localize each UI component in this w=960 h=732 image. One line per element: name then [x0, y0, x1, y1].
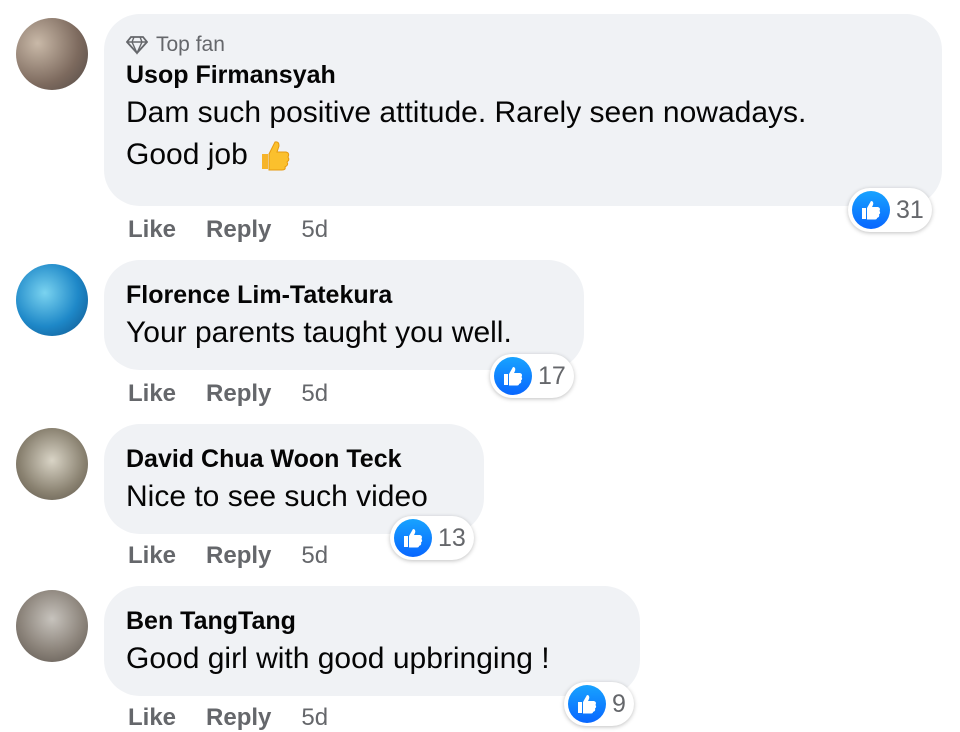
comment-actions: Like Reply 5d	[128, 216, 328, 244]
comment-line: Dam such positive attitude. Rarely seen …	[126, 96, 807, 129]
like-button[interactable]: Like	[128, 216, 176, 244]
like-button[interactable]: Like	[128, 704, 176, 732]
comment-text: Nice to see such video	[126, 480, 428, 513]
like-button[interactable]: Like	[128, 542, 176, 570]
diamond-icon	[126, 36, 148, 55]
comment-actions: Like Reply 5d	[128, 380, 328, 408]
timestamp[interactable]: 5d	[301, 704, 328, 732]
comment-text: Good girl with good upbringing !	[126, 642, 550, 675]
comment-text: Dam such positive attitude. Rarely seen …	[126, 92, 920, 176]
comment-text: Your parents taught you well.	[126, 316, 512, 349]
reaction-count-value: 17	[538, 361, 566, 390]
commenter-name[interactable]: Florence Lim-Tatekura	[126, 278, 562, 312]
like-reaction-icon	[568, 685, 606, 723]
like-reaction-icon	[852, 191, 890, 229]
avatar[interactable]	[16, 590, 88, 662]
comment-actions: Like Reply 5d	[128, 542, 328, 570]
like-button[interactable]: Like	[128, 380, 176, 408]
avatar[interactable]	[16, 264, 88, 336]
badge-label: Top fan	[156, 33, 225, 56]
timestamp[interactable]: 5d	[301, 380, 328, 408]
thumbs-up-emoji	[261, 141, 290, 171]
reply-button[interactable]: Reply	[206, 704, 271, 732]
reaction-count[interactable]: 13	[390, 516, 474, 560]
avatar[interactable]	[16, 18, 88, 90]
reaction-count[interactable]: 17	[490, 354, 574, 398]
like-reaction-icon	[394, 519, 432, 557]
reply-button[interactable]: Reply	[206, 216, 271, 244]
comment-bubble: Top fan Usop Firmansyah Dam such positiv…	[104, 14, 942, 206]
reaction-count-value: 13	[438, 523, 466, 552]
comment-bubble: Ben TangTang Good girl with good upbring…	[104, 586, 640, 696]
top-fan-badge: Top fan	[126, 32, 920, 58]
reaction-count[interactable]: 9	[564, 682, 634, 726]
comment-actions: Like Reply 5d	[128, 704, 328, 732]
commenter-name[interactable]: Ben TangTang	[126, 604, 618, 638]
reply-button[interactable]: Reply	[206, 380, 271, 408]
like-reaction-icon	[494, 357, 532, 395]
commenter-name[interactable]: Usop Firmansyah	[126, 58, 920, 92]
reply-button[interactable]: Reply	[206, 542, 271, 570]
reaction-count[interactable]: 31	[848, 188, 932, 232]
reaction-count-value: 31	[896, 195, 924, 224]
comment-line: Good job	[126, 134, 920, 176]
avatar[interactable]	[16, 428, 88, 500]
commenter-name[interactable]: David Chua Woon Teck	[126, 442, 462, 476]
reaction-count-value: 9	[612, 689, 626, 718]
timestamp[interactable]: 5d	[301, 542, 328, 570]
timestamp[interactable]: 5d	[301, 216, 328, 244]
